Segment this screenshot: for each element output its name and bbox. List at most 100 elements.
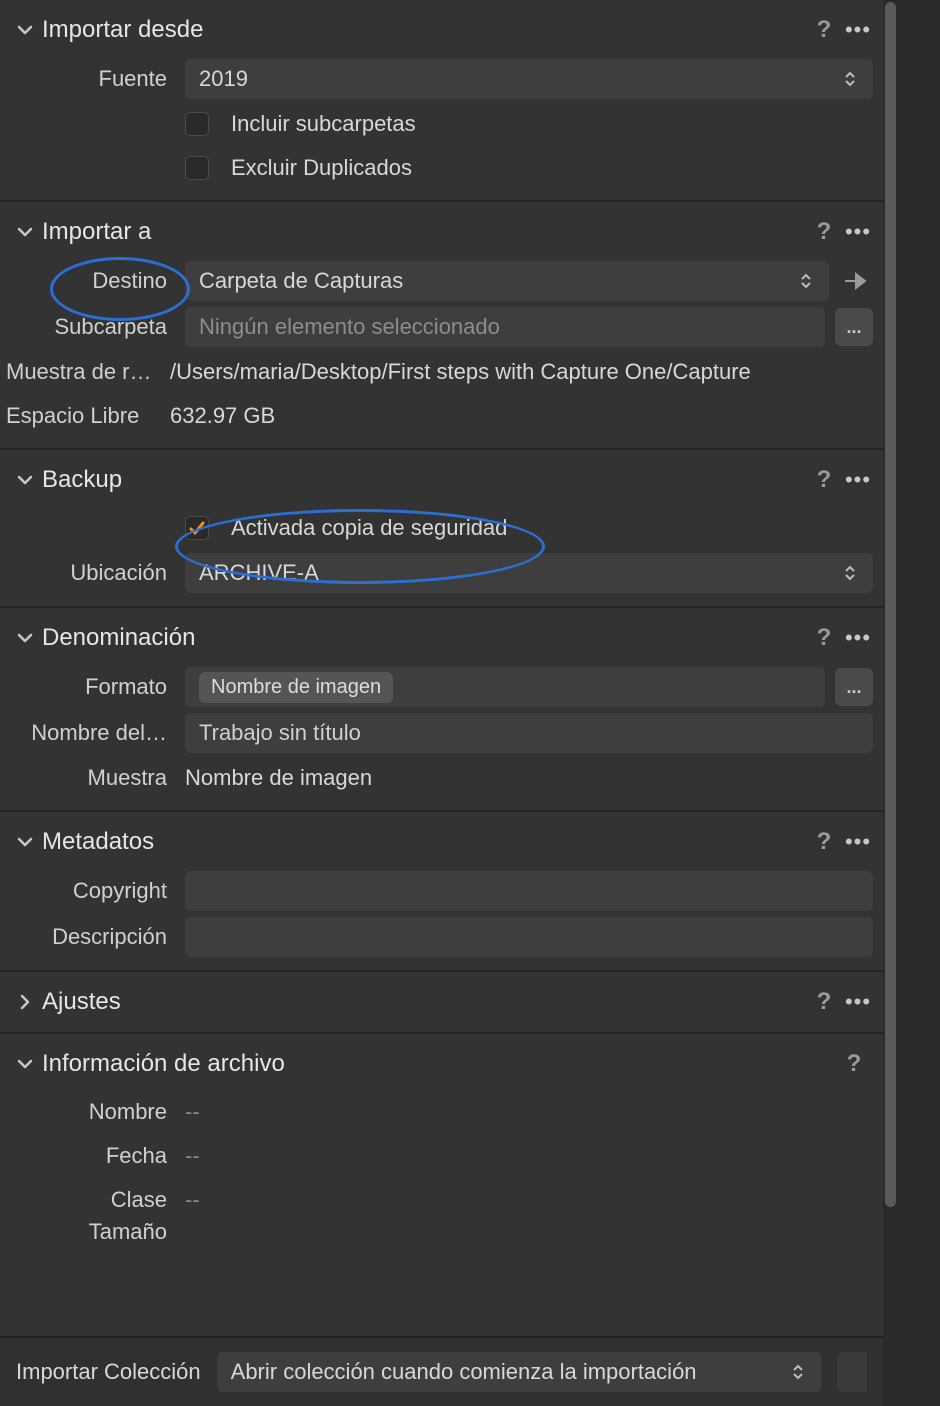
file-class-value: -- bbox=[185, 1187, 200, 1213]
exclude-duplicates-label: Excluir Duplicados bbox=[231, 155, 412, 181]
import-button-partial[interactable] bbox=[837, 1352, 867, 1392]
section-metadata: Metadatos ? ••• Copyright Descripción bbox=[0, 812, 883, 972]
row-backup-enabled: Activada copia de seguridad bbox=[0, 506, 883, 550]
source-label: Fuente bbox=[0, 66, 185, 92]
sample-path-value: /Users/maria/Desktop/First steps with Ca… bbox=[170, 359, 873, 385]
file-size-label: Tamaño bbox=[0, 1222, 185, 1242]
section-header-file-info[interactable]: Información de archivo ? bbox=[0, 1038, 883, 1090]
chevron-down-icon bbox=[16, 471, 34, 489]
naming-sample-label: Muestra bbox=[0, 765, 185, 791]
import-collection-value: Abrir colección cuando comienza la impor… bbox=[231, 1359, 789, 1385]
exclude-duplicates-checkbox[interactable] bbox=[185, 156, 209, 180]
section-title: Información de archivo bbox=[42, 1050, 841, 1078]
section-header-backup[interactable]: Backup ? ••• bbox=[0, 454, 883, 506]
destination-value: Carpeta de Capturas bbox=[199, 268, 797, 294]
section-title: Denominación bbox=[42, 624, 811, 652]
row-include-subfolders: Incluir subcarpetas bbox=[0, 102, 883, 146]
chevron-down-icon bbox=[16, 629, 34, 647]
format-label: Formato bbox=[0, 674, 185, 700]
backup-location-select[interactable]: ARCHIVE-A bbox=[185, 553, 873, 593]
more-icon[interactable]: ••• bbox=[843, 17, 873, 43]
copyright-input[interactable] bbox=[185, 871, 873, 911]
section-header-import-from[interactable]: Importar desde ? ••• bbox=[0, 4, 883, 56]
chevron-right-icon bbox=[16, 993, 34, 1011]
file-name-label: Nombre bbox=[0, 1099, 185, 1125]
backup-location-label: Ubicación bbox=[0, 560, 185, 586]
subfolder-input[interactable]: Ningún elemento seleccionado bbox=[185, 307, 825, 347]
format-edit-button[interactable]: ... bbox=[835, 668, 873, 706]
free-space-label: Espacio Libre bbox=[0, 403, 170, 429]
scrollbar-thumb[interactable] bbox=[885, 2, 896, 1207]
row-backup-location: Ubicación ARCHIVE-A bbox=[0, 550, 883, 596]
naming-sample-value: Nombre de imagen bbox=[185, 765, 873, 791]
stepper-icon bbox=[797, 273, 815, 289]
more-icon[interactable]: ••• bbox=[843, 989, 873, 1015]
row-file-name: Nombre -- bbox=[0, 1090, 883, 1134]
section-header-naming[interactable]: Denominación ? ••• bbox=[0, 612, 883, 664]
subfolder-label: Subcarpeta bbox=[0, 314, 185, 340]
backup-enabled-label: Activada copia de seguridad bbox=[231, 515, 507, 541]
help-icon[interactable]: ? bbox=[841, 1051, 867, 1077]
help-icon[interactable]: ? bbox=[811, 219, 837, 245]
goto-destination-button[interactable] bbox=[839, 264, 873, 298]
format-token-field[interactable]: Nombre de imagen bbox=[185, 667, 825, 707]
include-subfolders-checkbox[interactable] bbox=[185, 112, 209, 136]
chevron-down-icon bbox=[16, 1055, 34, 1073]
stepper-icon bbox=[841, 565, 859, 581]
sample-path-label: Muestra de r… bbox=[0, 359, 170, 385]
description-input[interactable] bbox=[185, 917, 873, 957]
more-icon[interactable]: ••• bbox=[843, 219, 873, 245]
row-destination: Destino Carpeta de Capturas bbox=[0, 258, 883, 304]
include-subfolders-label: Incluir subcarpetas bbox=[231, 111, 416, 137]
help-icon[interactable]: ? bbox=[811, 829, 837, 855]
source-select[interactable]: 2019 bbox=[185, 59, 873, 99]
more-icon[interactable]: ••• bbox=[843, 829, 873, 855]
chevron-down-icon bbox=[16, 223, 34, 241]
section-file-info: Información de archivo ? Nombre -- Fecha… bbox=[0, 1034, 883, 1242]
file-name-value: -- bbox=[185, 1099, 200, 1125]
row-format: Formato Nombre de imagen ... bbox=[0, 664, 883, 710]
jobname-input[interactable]: Trabajo sin título bbox=[185, 713, 873, 753]
section-adjustments: Ajustes ? ••• bbox=[0, 972, 883, 1034]
subfolder-browse-button[interactable]: ... bbox=[835, 308, 873, 346]
import-collection-select[interactable]: Abrir colección cuando comienza la impor… bbox=[217, 1352, 821, 1392]
row-job-name: Nombre del… Trabajo sin título bbox=[0, 710, 883, 756]
backup-enabled-checkbox[interactable] bbox=[185, 516, 209, 540]
help-icon[interactable]: ? bbox=[811, 17, 837, 43]
row-subfolder: Subcarpeta Ningún elemento seleccionado … bbox=[0, 304, 883, 350]
file-date-value: -- bbox=[185, 1143, 200, 1169]
more-icon[interactable]: ••• bbox=[843, 625, 873, 651]
section-header-import-to[interactable]: Importar a ? ••• bbox=[0, 206, 883, 258]
jobname-label: Nombre del… bbox=[0, 720, 185, 746]
help-icon[interactable]: ? bbox=[811, 625, 837, 651]
chevron-down-icon bbox=[16, 21, 34, 39]
stepper-icon bbox=[841, 71, 859, 87]
section-header-metadata[interactable]: Metadatos ? ••• bbox=[0, 816, 883, 868]
section-title: Importar a bbox=[42, 218, 811, 246]
more-icon[interactable]: ••• bbox=[843, 467, 873, 493]
section-backup: Backup ? ••• Activada copia de seguridad… bbox=[0, 450, 883, 608]
section-title: Backup bbox=[42, 466, 811, 494]
help-icon[interactable]: ? bbox=[811, 467, 837, 493]
stepper-icon bbox=[789, 1364, 807, 1380]
row-naming-sample: Muestra Nombre de imagen bbox=[0, 756, 883, 800]
section-header-adjustments[interactable]: Ajustes ? ••• bbox=[0, 976, 883, 1028]
destination-select[interactable]: Carpeta de Capturas bbox=[185, 261, 829, 301]
file-class-label: Clase bbox=[0, 1187, 185, 1213]
chevron-down-icon bbox=[16, 833, 34, 851]
destination-label: Destino bbox=[0, 268, 185, 294]
row-file-date: Fecha -- bbox=[0, 1134, 883, 1178]
file-date-label: Fecha bbox=[0, 1143, 185, 1169]
section-import-from: Importar desde ? ••• Fuente 2019 Incluir bbox=[0, 0, 883, 202]
format-token: Nombre de imagen bbox=[199, 672, 393, 703]
backup-location-value: ARCHIVE-A bbox=[199, 560, 841, 586]
help-icon[interactable]: ? bbox=[811, 989, 837, 1015]
scrollbar[interactable] bbox=[883, 0, 898, 1406]
section-naming: Denominación ? ••• Formato Nombre de ima… bbox=[0, 608, 883, 812]
row-exclude-duplicates: Excluir Duplicados bbox=[0, 146, 883, 190]
row-description: Descripción bbox=[0, 914, 883, 960]
row-free-space: Espacio Libre 632.97 GB bbox=[0, 394, 883, 438]
section-title: Ajustes bbox=[42, 988, 811, 1016]
row-file-class: Clase -- bbox=[0, 1178, 883, 1222]
section-title: Metadatos bbox=[42, 828, 811, 856]
